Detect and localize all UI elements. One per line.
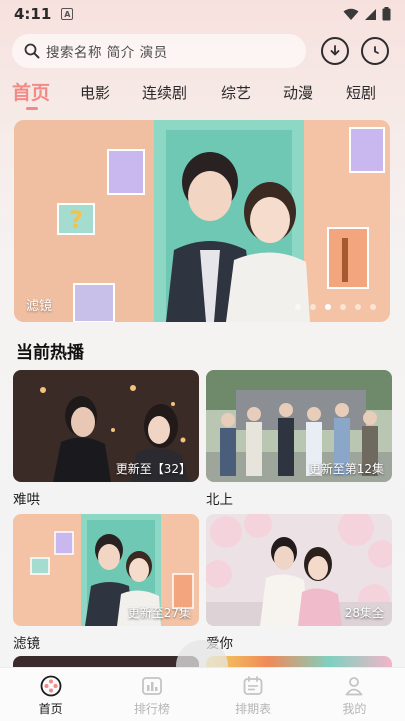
nav-schedule[interactable]: 排期表 [203,668,304,721]
search-placeholder: 搜索名称 简介 演员 [46,45,168,61]
nav-label: 首页 [38,702,63,716]
tab-anime[interactable]: 动漫 [283,82,313,103]
wifi-icon [343,8,359,20]
status-time: 4:11 [14,5,52,23]
svg-text:?: ? [69,206,83,234]
tab-home[interactable]: 首页 [12,78,50,105]
episode-badge: 28集全 [344,606,384,620]
nav-label: 排期表 [235,702,272,716]
card-title: 爱你 [206,636,233,652]
card-thumbnail: 28集全 [206,514,392,626]
tab-short-drama[interactable]: 短剧 [346,82,376,103]
video-card[interactable]: 更新至第12集 北上 [206,370,392,508]
download-icon [330,45,340,56]
video-card[interactable]: 更新至27集 滤镜 [13,514,199,652]
chart-icon [141,677,162,695]
history-button[interactable] [361,37,389,65]
tab-movies[interactable]: 电影 [80,82,110,103]
nav-ranking[interactable]: 排行榜 [101,668,202,721]
card-title: 北上 [206,492,233,508]
history-icon [374,46,379,54]
card-title: 难哄 [13,492,40,508]
banner-label: 滤镜 [26,299,53,314]
carousel-dot-active[interactable] [325,304,331,310]
nav-profile[interactable]: 我的 [304,668,405,721]
status-indicators [343,7,391,21]
category-tabs: 首页 电影 连续剧 综艺 动漫 短剧 [10,76,395,112]
search-icon [24,43,40,59]
carousel-dot[interactable] [295,304,301,310]
calendar-icon [243,676,263,695]
carousel-dot[interactable] [355,304,361,310]
card-thumbnail: 更新至27集 [13,514,199,626]
search-row: 搜索名称 简介 演员 [12,34,393,68]
bottom-nav: 首页 排行榜 排期表 我的 [0,667,405,721]
notification-icon: A [61,8,74,20]
search-input[interactable]: 搜索名称 简介 演员 [12,34,306,68]
carousel-dot[interactable] [370,304,376,310]
carousel-dot[interactable] [340,304,346,310]
section-title: 当前热播 [16,343,84,363]
film-reel-icon [40,675,62,697]
carousel-dots [295,304,376,310]
nav-label: 排行榜 [133,702,170,716]
card-thumbnail: 更新至第12集 [206,370,392,482]
video-card[interactable]: 更新至【32】 难哄 [13,370,199,508]
active-tab-indicator [26,107,38,110]
video-card[interactable]: 28集全 爱你 [206,514,392,652]
carousel-dot[interactable] [310,304,316,310]
status-bar: 4:11 A [0,0,405,28]
episode-badge: 更新至【32】 [115,462,191,476]
card-title: 滤镜 [13,636,40,652]
tab-variety[interactable]: 综艺 [221,82,251,103]
card-thumbnail: 更新至【32】 [13,370,199,482]
profile-icon [345,677,363,696]
episode-badge: 更新至第12集 [308,462,384,476]
nav-home[interactable]: 首页 [0,668,101,721]
tab-series[interactable]: 连续剧 [142,82,187,103]
signal-icon [365,8,376,20]
battery-icon [382,7,391,21]
nav-label: 我的 [342,702,367,716]
banner-poster-image: ? [14,120,390,322]
featured-banner[interactable]: ? 滤镜 [14,120,390,322]
download-button[interactable] [321,37,349,65]
episode-badge: 更新至27集 [127,606,191,620]
